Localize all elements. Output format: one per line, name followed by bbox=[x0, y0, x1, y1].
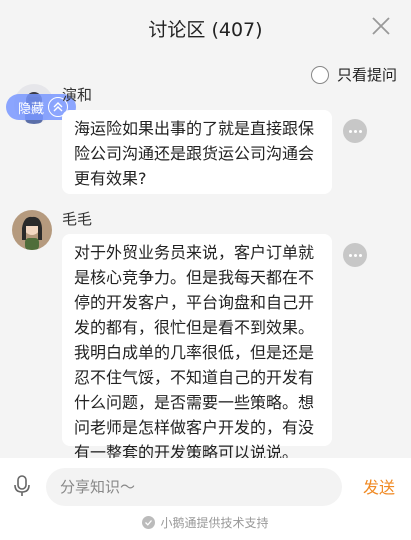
filter-label: 只看提问 bbox=[336, 66, 397, 84]
footer-text: 小鹅通提供技术支持 bbox=[160, 516, 269, 530]
share-knowledge-input[interactable] bbox=[46, 468, 342, 506]
check-icon bbox=[142, 516, 156, 529]
footer: 小鹅通提供技术支持 bbox=[0, 514, 411, 531]
avatar[interactable] bbox=[12, 210, 52, 250]
float-button-label: 隐藏 bbox=[18, 102, 45, 117]
post-author: 演和 bbox=[62, 86, 93, 104]
close-icon[interactable] bbox=[369, 14, 393, 38]
post-author: 毛毛 bbox=[62, 210, 93, 228]
post-content: 海运险如果出事的了就是直接跟保险公司沟通还是跟货运公司沟通会更有效果? bbox=[62, 110, 332, 194]
header: 讨论区 (407) bbox=[0, 0, 411, 56]
composer-bar: 发送 小鹅通提供技术支持 bbox=[0, 458, 411, 540]
more-icon[interactable] bbox=[343, 243, 367, 267]
only-questions-filter[interactable]: 只看提问 bbox=[310, 64, 397, 85]
page-title: 讨论区 (407) bbox=[148, 18, 263, 41]
send-button[interactable]: 发送 bbox=[363, 474, 395, 498]
post-content: 对于外贸业务员来说，客户订单就是核心竞争力。但是我每天都在不停的开发客户，平台询… bbox=[62, 234, 332, 462]
radio-icon[interactable] bbox=[310, 65, 329, 84]
more-icon[interactable] bbox=[343, 119, 367, 143]
microphone-icon[interactable] bbox=[12, 474, 32, 498]
